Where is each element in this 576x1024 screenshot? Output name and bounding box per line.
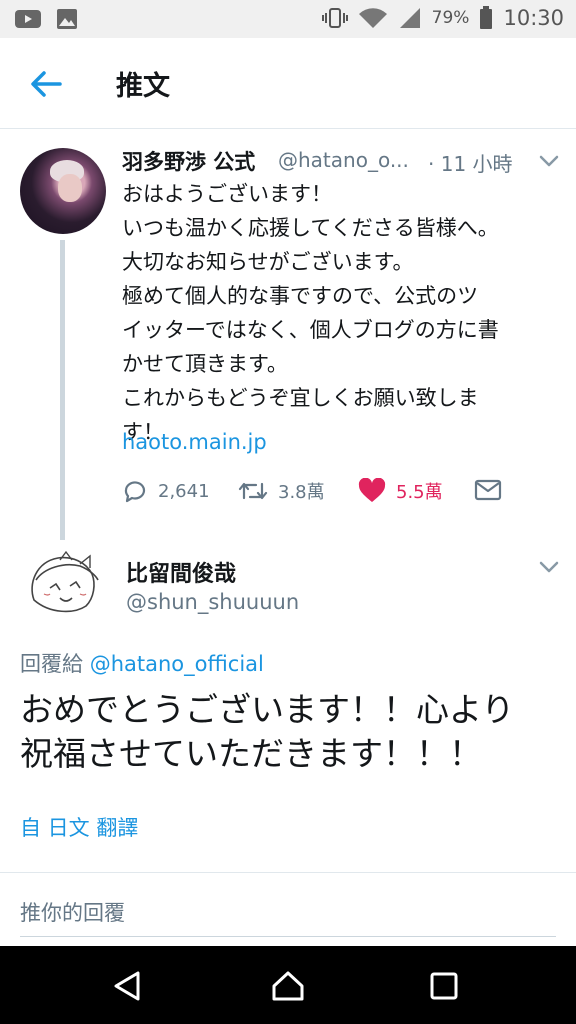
divider [0,872,576,873]
system-nav-bar [0,946,576,1024]
tweet-line: 極めて個人的な事ですので、公式のツ [122,284,479,308]
reply-icon [124,481,146,503]
reply-author-display-name[interactable]: 比留間俊哉 [126,556,236,588]
tweet-line: かせて頂きます。 [122,352,288,376]
battery-icon [480,6,493,29]
nav-home-icon[interactable] [270,968,306,1004]
reply-count: 2,641 [158,480,210,502]
status-bar: 79% 10:30 [0,0,576,38]
retweet-button[interactable]: 3.8萬 [238,478,325,504]
reply-button[interactable]: 2,641 [122,478,210,504]
reply-line: おめでとうございます！！心より [20,690,515,729]
reply-context: 回覆給 @hatano_official [20,648,264,678]
reply-to-label: 回覆給 [20,652,83,676]
tweet-text: おはようございます！ いつも温かく応援してくださる皆様へ。 大切なお知らせがござ… [122,177,562,449]
retweet-icon [238,482,268,500]
reply-line: 祝福させていただきます！！！ [20,734,482,773]
heart-icon [358,478,386,502]
reply-author-handle[interactable]: @shun_shuuuun [126,590,299,614]
envelope-icon [474,479,502,501]
gallery-icon [57,9,77,29]
avatar-face [58,174,82,202]
tweet-link[interactable]: haoto.main.jp [122,430,267,454]
author-handle[interactable]: @hatano_o... [278,148,409,172]
reply-text: おめでとうございます！！心より 祝福させていただきます！！！ [20,688,560,776]
back-arrow-icon[interactable] [26,64,66,104]
app-header: 推文 [0,38,576,129]
author-avatar[interactable] [20,148,106,234]
battery-percent: 79% [431,8,470,28]
tweet-timestamp[interactable]: · 11 小時 [428,148,513,177]
wifi-icon [358,8,387,28]
reply-to-mention[interactable]: @hatano_official [90,652,264,676]
translate-link[interactable]: 自 日文 翻譯 [20,812,138,842]
reply-author-avatar[interactable] [20,550,106,616]
tweet-menu-chevron-icon[interactable] [538,154,560,168]
tweet-line: おはようございます！ [122,182,332,206]
retweet-count: 3.8萬 [278,482,325,503]
tweet-line: イッターではなく、個人ブログの方に書 [122,318,499,342]
nav-back-icon[interactable] [110,968,146,1004]
thread-line [60,240,65,540]
reply-input[interactable] [20,890,556,937]
like-button[interactable]: 5.5萬 [358,478,443,504]
clock: 10:30 [503,6,564,30]
tweet-line: 大切なお知らせがございます。 [122,250,414,274]
tweet-line: これからもどうぞ宜しくお願い致しま [122,386,479,410]
signal-icon [399,8,420,28]
nav-recents-icon[interactable] [426,968,462,1004]
tweet-actions: 2,641 3.8萬 5.5萬 [122,476,562,510]
page-title: 推文 [116,71,170,102]
reply-menu-chevron-icon[interactable] [538,560,560,574]
vibrate-icon [321,8,348,28]
like-count: 5.5萬 [396,482,443,503]
youtube-icon [15,10,41,28]
author-display-name[interactable]: 羽多野渉 公式 [122,146,255,176]
tweet-line: いつも温かく応援してくださる皆様へ。 [122,216,499,240]
direct-message-button[interactable] [474,478,502,502]
